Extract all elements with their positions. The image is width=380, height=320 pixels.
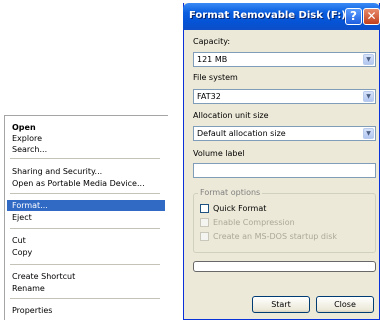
dialog-title: Format Removable Disk (F:) [189,10,346,21]
chevron-down-icon[interactable]: ▼ [363,91,374,102]
format-progress-bar [193,261,376,272]
allocation-value: Default allocation size [197,129,286,138]
capacity-select[interactable]: 121 MB ▼ [193,52,376,67]
menu-separator [10,228,160,229]
help-button[interactable]: ? [345,8,362,25]
quick-format-label: Quick Format [213,204,267,213]
title-bar[interactable]: Format Removable Disk (F:) ? ✕ [183,3,380,30]
close-icon: ✕ [366,9,377,23]
menu-item-copy[interactable]: Copy [7,247,165,258]
menu-item-portable-media[interactable]: Open as Portable Media Device... [7,178,165,189]
capacity-value: 121 MB [197,55,228,64]
start-button[interactable]: Start [252,296,310,313]
menu-separator [10,298,160,299]
volume-label-input[interactable] [193,163,376,178]
format-options-legend: Format options [198,188,263,197]
enable-compression-label: Enable Compression [213,218,295,227]
file-system-select[interactable]: FAT32 ▼ [193,89,376,104]
volume-label-label: Volume label [193,149,245,158]
context-menu: Open Explore Search... Sharing and Secur… [4,115,168,320]
menu-separator [10,264,160,265]
menu-item-open[interactable]: Open [7,122,165,133]
format-options-group: Format options Quick Format Enable Compr… [193,188,376,253]
capacity-label: Capacity: [193,37,231,46]
menu-item-format[interactable]: Format... [7,200,165,211]
menu-item-create-shortcut[interactable]: Create Shortcut [7,271,165,282]
menu-item-eject[interactable]: Eject [7,212,165,223]
menu-item-explore[interactable]: Explore [7,133,165,144]
menu-item-cut[interactable]: Cut [7,235,165,246]
checkbox-icon [200,218,209,227]
allocation-label: Allocation unit size [193,111,269,120]
menu-item-properties[interactable]: Properties [7,305,165,316]
chevron-down-icon[interactable]: ▼ [363,54,374,65]
allocation-select[interactable]: Default allocation size ▼ [193,126,376,141]
chevron-down-icon[interactable]: ▼ [363,128,374,139]
close-button[interactable]: Close [316,296,374,313]
checkbox-icon[interactable] [200,204,209,213]
close-window-button[interactable]: ✕ [363,8,380,25]
file-system-value: FAT32 [197,92,221,101]
menu-item-search[interactable]: Search... [7,144,165,155]
help-icon: ? [350,9,357,23]
menu-item-sharing[interactable]: Sharing and Security... [7,166,165,177]
menu-separator [10,158,160,159]
file-system-label: File system [193,73,238,82]
format-dialog: Format Removable Disk (F:) ? ✕ Capacity:… [183,3,380,320]
ms-dos-startup-label: Create an MS-DOS startup disk [213,232,338,241]
menu-item-rename[interactable]: Rename [7,283,165,294]
menu-separator [10,193,160,194]
checkbox-icon [200,232,209,241]
